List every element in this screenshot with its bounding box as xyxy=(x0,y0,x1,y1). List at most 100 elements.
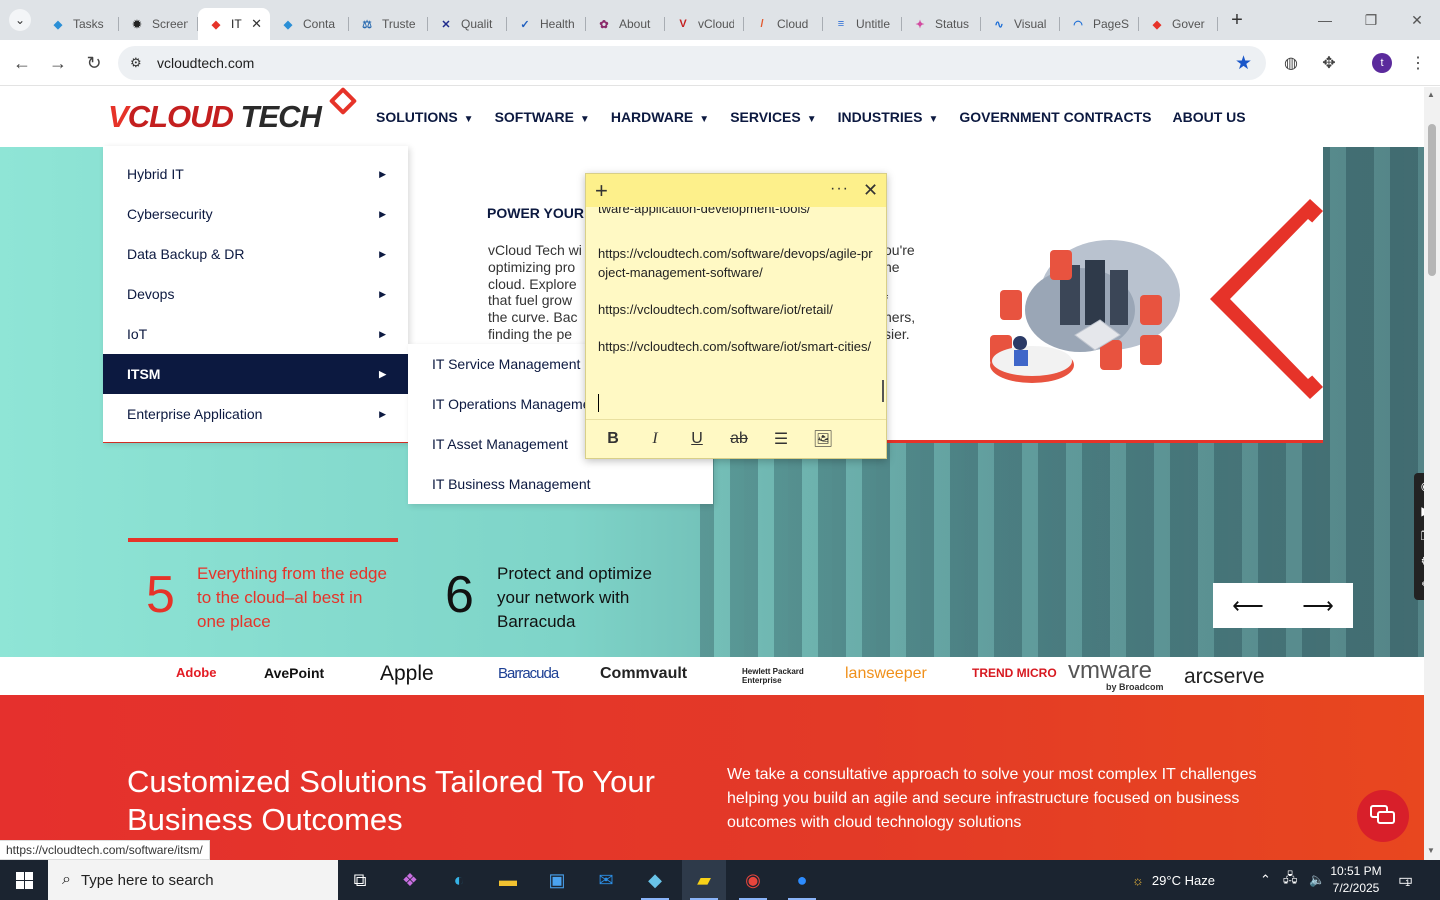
notifications-icon[interactable]: ▭ 1 xyxy=(1398,860,1413,900)
dropdown-item[interactable]: ITSM ▶ xyxy=(103,354,408,394)
restore-button[interactable]: ❐ xyxy=(1348,0,1394,40)
reload-button[interactable]: ↻ xyxy=(81,50,107,76)
carousel-next-button[interactable]: ⟶ xyxy=(1283,583,1353,628)
browser-tab[interactable]: ✦ Status xyxy=(902,8,981,40)
minimize-button[interactable]: — xyxy=(1302,0,1348,40)
close-icon[interactable]: ✕ xyxy=(863,180,878,201)
store-icon[interactable]: ▣ xyxy=(535,860,579,900)
hero-text-line-end: sier. xyxy=(884,326,910,342)
browser-tab[interactable]: ✕ Qualit xyxy=(428,8,507,40)
submenu-item[interactable]: IT Asset Management xyxy=(432,436,568,452)
underline-icon[interactable]: U xyxy=(676,430,718,448)
scrollbar-thumb[interactable] xyxy=(1428,124,1436,276)
menu-kebab-icon[interactable]: ⋮ xyxy=(1407,52,1429,74)
task-view-icon[interactable]: ⧉ xyxy=(338,860,382,900)
dropdown-item[interactable]: Enterprise Application ▶ xyxy=(103,394,408,434)
chat-button[interactable] xyxy=(1357,790,1409,842)
tab-favicon-icon: ✦ xyxy=(915,18,925,31)
nav-item[interactable]: GOVERNMENT CONTRACTS xyxy=(959,109,1151,125)
stat-text: Protect and optimize your network with B… xyxy=(497,564,652,631)
mail-icon[interactable]: ✉ xyxy=(584,860,628,900)
browser-tab[interactable]: ◆ Tasks xyxy=(40,8,119,40)
copilot-icon[interactable]: ❖ xyxy=(388,860,432,900)
dropdown-item[interactable]: Hybrid IT ▶ xyxy=(103,154,408,194)
nav-item[interactable]: SOFTWARE ▼ xyxy=(495,109,590,125)
browser-tab[interactable]: ⚖ Truste xyxy=(349,8,428,40)
sticky-note-text[interactable]: tware-application-development-tools/ htt… xyxy=(598,207,874,417)
clock[interactable]: 10:51 PM 7/2/2025 xyxy=(1318,863,1394,897)
close-tab-icon[interactable]: ✕ xyxy=(251,16,262,32)
caret-down-icon: ▼ xyxy=(463,114,474,125)
nav-item[interactable]: HARDWARE ▼ xyxy=(611,109,709,125)
note-scrollbar[interactable] xyxy=(882,380,884,402)
italic-icon[interactable]: I xyxy=(634,430,676,448)
browser-tab[interactable]: ✓ Health xyxy=(507,8,586,40)
site-info-icon[interactable]: ⚙ xyxy=(130,55,142,71)
new-note-icon[interactable]: + xyxy=(595,178,608,204)
zoom-icon[interactable]: ● xyxy=(780,860,824,900)
chrome-icon[interactable]: ◉ xyxy=(731,860,775,900)
translate-icon[interactable]: ◍ xyxy=(1280,52,1302,74)
url-text[interactable]: vcloudtech.com xyxy=(157,55,254,71)
barracuda-logo: Barracuda xyxy=(498,665,559,682)
nav-item[interactable]: SERVICES ▼ xyxy=(730,109,816,125)
nav-item[interactable]: ABOUT US xyxy=(1172,109,1245,125)
extensions-icon[interactable]: ✥ xyxy=(1318,52,1340,74)
nav-item[interactable]: SOLUTIONS ▼ xyxy=(376,109,474,125)
browser-toolbar: ← → ↻ ⚙ vcloudtech.com ★ ◍ ✥ ⋮ xyxy=(0,40,1440,86)
scroll-down-arrow[interactable]: ▼ xyxy=(1427,846,1435,855)
weather-widget[interactable]: ☼ 29°C Haze xyxy=(1132,860,1215,900)
browser-tab[interactable]: ◆ Gover xyxy=(1139,8,1218,40)
browser-tab[interactable]: ≡ Untitle xyxy=(823,8,902,40)
site-logo[interactable]: VCLOUD TECH xyxy=(108,99,322,135)
dropdown-item[interactable]: Data Backup & DR ▶ xyxy=(103,234,408,274)
dropdown-item[interactable]: IoT ▶ xyxy=(103,314,408,354)
browser-tab[interactable]: / Cloud xyxy=(744,8,823,40)
browser-tab[interactable]: ◆ IT ✕ xyxy=(198,8,270,40)
app-icon[interactable]: ◆ xyxy=(633,860,677,900)
sticky-notes-icon[interactable]: ▰ xyxy=(682,860,726,900)
bookmark-star-icon[interactable]: ★ xyxy=(1235,52,1252,75)
tab-favicon-icon: ≡ xyxy=(837,18,845,30)
browser-tab[interactable]: ✹ Screen xyxy=(119,8,198,40)
note-line: tware-application-development-tools/ xyxy=(598,207,811,216)
back-button[interactable]: ← xyxy=(9,50,35,76)
submenu-item[interactable]: IT Operations Management xyxy=(432,396,602,412)
browser-tab[interactable]: ✿ About xyxy=(586,8,665,40)
forward-button[interactable]: → xyxy=(45,50,71,76)
nav-item[interactable]: INDUSTRIES ▼ xyxy=(838,109,939,125)
scroll-up-arrow[interactable]: ▲ xyxy=(1427,90,1435,99)
hero-text-line-end: ners, xyxy=(884,309,916,326)
tab-label: Gover xyxy=(1172,17,1205,31)
image-icon[interactable]: 🖼 xyxy=(802,429,844,449)
chevron-up-icon[interactable]: ⌃ xyxy=(1260,872,1271,888)
tab-search-button[interactable]: ⌄ xyxy=(0,0,40,40)
browser-tab[interactable]: ∿ Visual xyxy=(981,8,1060,40)
strikethrough-icon[interactable]: ab xyxy=(718,430,760,448)
new-tab-button[interactable]: + xyxy=(1222,5,1252,35)
sticky-note-header[interactable]: + ··· ✕ xyxy=(586,174,886,207)
browser-tab[interactable]: ◆ Conta xyxy=(270,8,349,40)
submenu-item[interactable]: IT Business Management xyxy=(432,476,591,492)
stat-number: 6 xyxy=(445,566,474,624)
avepoint-logo: AvePoint xyxy=(264,665,325,681)
bullet-list-icon[interactable]: ☰ xyxy=(760,429,802,449)
submenu-item[interactable]: IT Service Management xyxy=(432,356,580,372)
edge-icon[interactable]: ◐ xyxy=(437,860,481,900)
dropdown-item[interactable]: Cybersecurity ▶ xyxy=(103,194,408,234)
address-bar[interactable]: ⚙ vcloudtech.com ★ xyxy=(118,46,1266,80)
dropdown-item[interactable]: Devops ▶ xyxy=(103,274,408,314)
browser-tab[interactable]: VvCloud xyxy=(665,8,744,40)
close-window-button[interactable]: ✕ xyxy=(1394,0,1440,40)
carousel-prev-button[interactable]: ⟵ xyxy=(1213,583,1283,628)
taskbar-search[interactable]: ⌕ Type here to search xyxy=(48,860,338,900)
file-explorer-icon[interactable]: ▬ xyxy=(486,860,530,900)
bold-icon[interactable]: B xyxy=(592,430,634,448)
section-text: We take a consultative approach to solve… xyxy=(727,766,1257,831)
more-options-icon[interactable]: ··· xyxy=(830,180,849,198)
windows-start-icon[interactable] xyxy=(0,860,48,900)
browser-tab[interactable]: ◠ PageS xyxy=(1060,8,1139,40)
site-header: VCLOUD TECH SOLUTIONS ▼ SOFTWARE ▼ HARDWARE ▼… xyxy=(0,87,1424,147)
profile-avatar[interactable]: t xyxy=(1372,53,1392,73)
network-icon[interactable]: 🖧 xyxy=(1283,869,1298,891)
